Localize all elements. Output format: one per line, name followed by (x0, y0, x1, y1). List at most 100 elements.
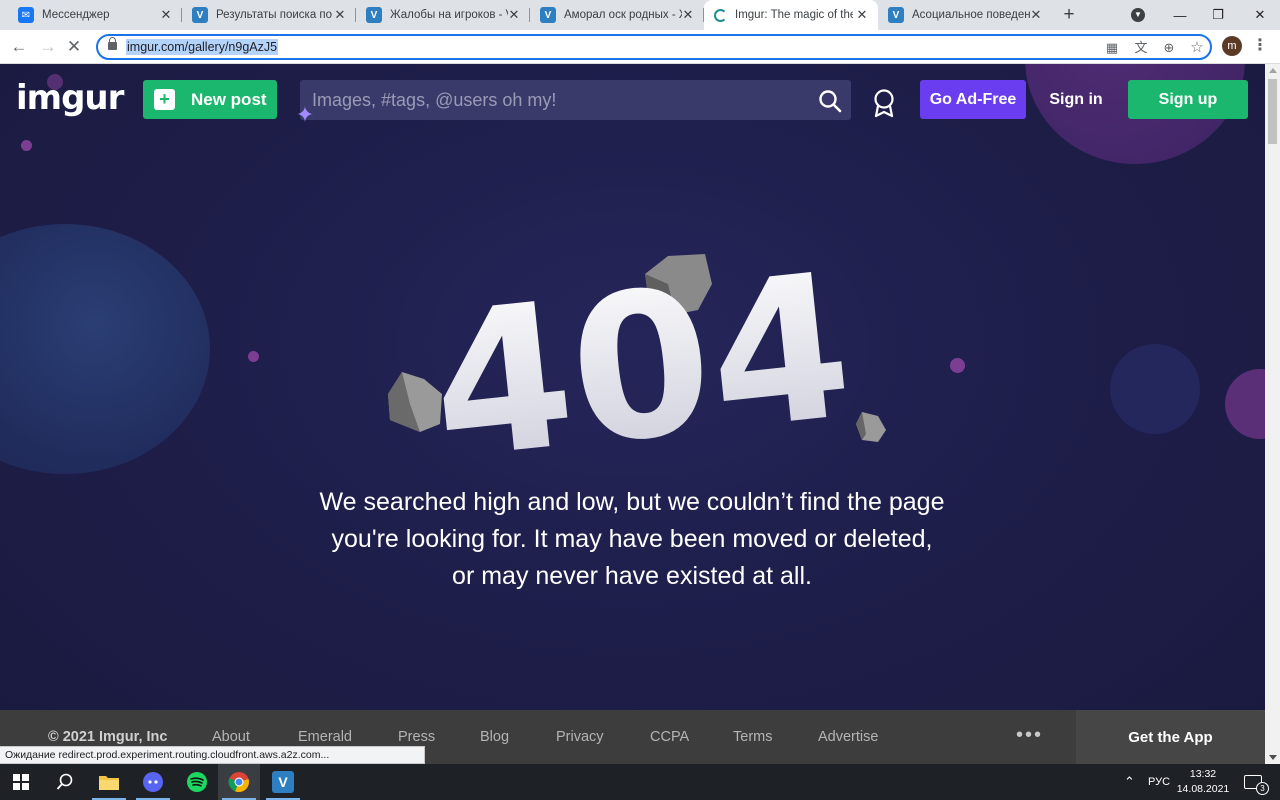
notification-count: 3 (1256, 782, 1269, 795)
go-ad-free-button[interactable]: Go Ad-Free (920, 80, 1026, 119)
taskbar-search-button[interactable] (44, 764, 86, 800)
background-bubble (1110, 344, 1200, 434)
bookmark-star-icon[interactable]: ☆ (1188, 39, 1206, 57)
background-dot (950, 358, 965, 373)
footer-link-blog[interactable]: Blog (480, 729, 509, 745)
error-message: We searched high and low, but we couldn’… (232, 484, 1032, 595)
zoom-icon[interactable]: ⊕ (1160, 39, 1178, 57)
imgur-logo[interactable]: imgur (16, 78, 124, 118)
spotify-icon (187, 772, 207, 792)
tab-player-complaints[interactable]: V Жалобы на игроков - V ✕ (356, 0, 530, 30)
tab-imgur[interactable]: Imgur: The magic of the ✕ (704, 0, 878, 30)
tab-messenger[interactable]: ✉ Мессенджер ✕ (8, 0, 182, 30)
minimize-button[interactable]: — (1160, 0, 1200, 30)
lock-icon[interactable] (108, 37, 117, 50)
tab-title: Асоциальное поведени (912, 9, 1030, 21)
notification-center-button[interactable]: 3 (1244, 764, 1269, 800)
tab-amoral[interactable]: V Аморал оск родных - Ж ✕ (530, 0, 704, 30)
windows-start-button[interactable] (0, 764, 42, 800)
profile-avatar[interactable]: m (1222, 36, 1242, 56)
error-line: or may never have existed at all. (452, 562, 812, 590)
footer-link-press[interactable]: Press (398, 729, 435, 745)
taskbar-clock[interactable]: 13:32 14.08.2021 (1172, 767, 1234, 797)
translate-icon[interactable]: 文 (1132, 39, 1150, 57)
restore-button[interactable]: ❐ (1198, 0, 1238, 30)
taskbar-file-explorer[interactable] (88, 764, 130, 800)
vimeworld-icon: V (192, 7, 208, 23)
scroll-down-arrow[interactable] (1269, 755, 1277, 760)
language-indicator[interactable]: РУС (1148, 764, 1170, 800)
forward-button[interactable]: → (38, 37, 58, 57)
footer-link-about[interactable]: About (212, 729, 250, 745)
tray-expand-icon[interactable]: ⌃ (1124, 764, 1135, 800)
tab-asocial[interactable]: V Асоциальное поведени ✕ (878, 0, 1052, 30)
error-line: you're looking for. It may have been mov… (331, 525, 933, 553)
sign-up-button[interactable]: Sign up (1128, 80, 1248, 119)
taskbar-spotify[interactable] (176, 764, 218, 800)
taskbar-chrome[interactable] (218, 764, 260, 800)
chrome-icon (228, 772, 249, 793)
imgur-page: imgur + New post ✦ Go Ad-Free Sign in Si… (0, 64, 1265, 764)
messenger-icon: ✉ (18, 7, 34, 23)
close-tab-icon[interactable]: ✕ (1028, 7, 1044, 23)
windows-logo-icon (13, 774, 29, 790)
footer-more-button[interactable]: ••• (1016, 724, 1043, 747)
footer-link-terms[interactable]: Terms (733, 729, 772, 745)
clock-date: 14.08.2021 (1176, 783, 1230, 795)
close-tab-icon[interactable]: ✕ (854, 7, 870, 23)
stop-loading-button[interactable]: ✕ (64, 37, 84, 57)
footer-link-emerald[interactable]: Emerald (298, 729, 352, 745)
back-button[interactable]: ← (9, 37, 29, 57)
tab-title: Жалобы на игроков - V (390, 9, 508, 21)
vimeworld-icon: V (888, 7, 904, 23)
search-input[interactable] (312, 80, 802, 120)
file-explorer-icon (99, 776, 119, 790)
tab-title: Imgur: The magic of the (735, 9, 853, 21)
background-bubble (1225, 369, 1265, 439)
footer-link-advertise[interactable]: Advertise (818, 729, 878, 745)
tab-search-results[interactable]: V Результаты поиска по "I ✕ (182, 0, 356, 30)
taskbar-discord[interactable] (132, 764, 174, 800)
scrollbar-thumb[interactable] (1268, 79, 1277, 144)
footer-copyright: © 2021 Imgur, Inc (48, 729, 168, 745)
browser-toolbar: ← → ✕ imgur.com/gallery/n9gAzJ5 ▦ 文 ⊕ ☆ … (0, 30, 1280, 64)
background-bubble (0, 224, 210, 474)
close-tab-icon[interactable]: ✕ (158, 7, 174, 23)
page-scrollbar[interactable] (1265, 64, 1280, 764)
close-tab-icon[interactable]: ✕ (506, 7, 522, 23)
footer-link-ccpa[interactable]: CCPA (650, 729, 689, 745)
browser-tab-strip: ✉ Мессенджер ✕ V Результаты поиска по "I… (0, 0, 1280, 30)
vimeworld-icon: V (540, 7, 556, 23)
award-ribbon-icon[interactable] (872, 88, 896, 118)
scroll-up-arrow[interactable] (1269, 68, 1277, 73)
plus-icon: + (154, 89, 175, 110)
browser-menu-icon[interactable]: ⋮ (1252, 36, 1268, 56)
tab-title: Мессенджер (42, 9, 110, 21)
close-tab-icon[interactable]: ✕ (680, 7, 696, 23)
new-post-label: New post (191, 89, 267, 109)
windows-taskbar: V ⌃ РУС 13:32 14.08.2021 3 (0, 764, 1280, 800)
loading-spinner-icon (714, 8, 727, 22)
address-bar[interactable]: imgur.com/gallery/n9gAzJ5 ▦ 文 ⊕ ☆ (96, 34, 1212, 60)
url-text[interactable]: imgur.com/gallery/n9gAzJ5 (126, 39, 279, 55)
error-code-text: 404 (422, 244, 862, 464)
tab-title: Аморал оск родных - Ж (564, 9, 682, 21)
get-the-app-button[interactable]: Get the App (1076, 710, 1265, 764)
search-icon[interactable] (818, 89, 842, 113)
sign-in-button[interactable]: Sign in (1040, 80, 1112, 119)
taskbar-vimeworld[interactable]: V (262, 764, 304, 800)
footer-link-privacy[interactable]: Privacy (556, 729, 604, 745)
qr-code-icon[interactable]: ▦ (1103, 39, 1121, 57)
new-tab-button[interactable]: + (1058, 5, 1080, 27)
tab-search-button[interactable]: ▼ (1118, 0, 1158, 30)
new-post-button[interactable]: + New post (143, 80, 277, 119)
vimeworld-icon: V (272, 771, 294, 793)
close-tab-icon[interactable]: ✕ (332, 7, 348, 23)
vimeworld-icon: V (366, 7, 382, 23)
browser-status-bar: Ожидание redirect.prod.experiment.routin… (0, 746, 425, 764)
background-dot (248, 351, 259, 362)
clock-time: 13:32 (1189, 768, 1217, 780)
close-window-button[interactable]: ✕ (1240, 0, 1280, 30)
tab-title: Результаты поиска по "I (216, 9, 334, 21)
error-404-illustration: 404 (388, 244, 886, 464)
